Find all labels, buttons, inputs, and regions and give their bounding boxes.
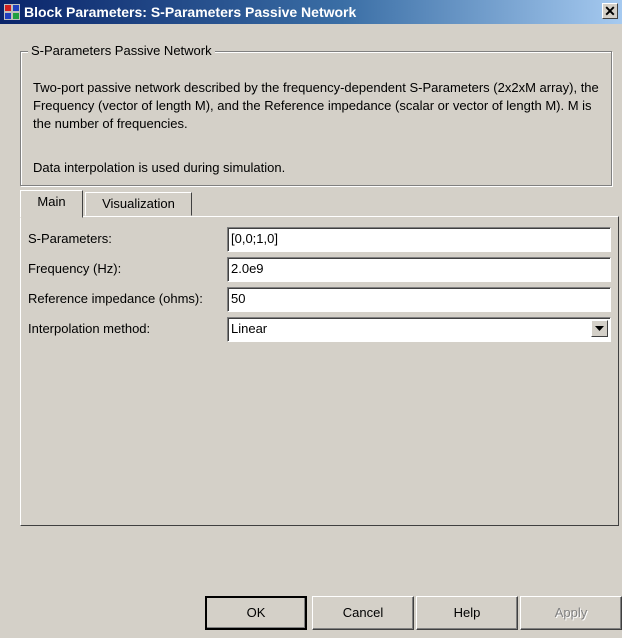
reference-impedance-input[interactable]: 50	[227, 287, 611, 312]
title-bar: Block Parameters: S-Parameters Passive N…	[0, 0, 622, 24]
close-button[interactable]: ✕	[602, 3, 618, 19]
s-parameters-label: S-Parameters:	[28, 231, 112, 246]
tab-visualization[interactable]: Visualization	[85, 192, 192, 216]
tab-main-label: Main	[37, 194, 66, 209]
block-description: Two-port passive network described by th…	[33, 80, 599, 131]
frequency-input[interactable]: 2.0e9	[227, 257, 611, 282]
ok-button[interactable]: OK	[205, 596, 307, 630]
chevron-down-icon	[595, 326, 604, 331]
dropdown-toggle[interactable]	[591, 320, 608, 337]
frequency-label: Frequency (Hz):	[28, 261, 122, 276]
reference-impedance-label: Reference impedance (ohms):	[28, 291, 203, 306]
window-title: Block Parameters: S-Parameters Passive N…	[24, 4, 357, 20]
help-button[interactable]: Help	[416, 596, 518, 630]
group-title: S-Parameters Passive Network	[28, 43, 215, 58]
tab-main[interactable]: Main	[20, 190, 83, 218]
cancel-button[interactable]: Cancel	[312, 596, 414, 630]
interpolation-method-value: Linear	[231, 321, 268, 336]
interpolation-method-select[interactable]: Linear	[227, 317, 611, 342]
tab-visualization-label: Visualization	[102, 196, 175, 211]
close-icon: ✕	[604, 3, 616, 19]
interpolation-method-label: Interpolation method:	[28, 321, 151, 336]
apply-button[interactable]: Apply	[520, 596, 622, 630]
interpolation-note: Data interpolation is used during simula…	[33, 160, 286, 175]
s-parameters-input[interactable]: [0,0;1,0]	[227, 227, 611, 252]
simulink-block-icon	[4, 4, 20, 20]
